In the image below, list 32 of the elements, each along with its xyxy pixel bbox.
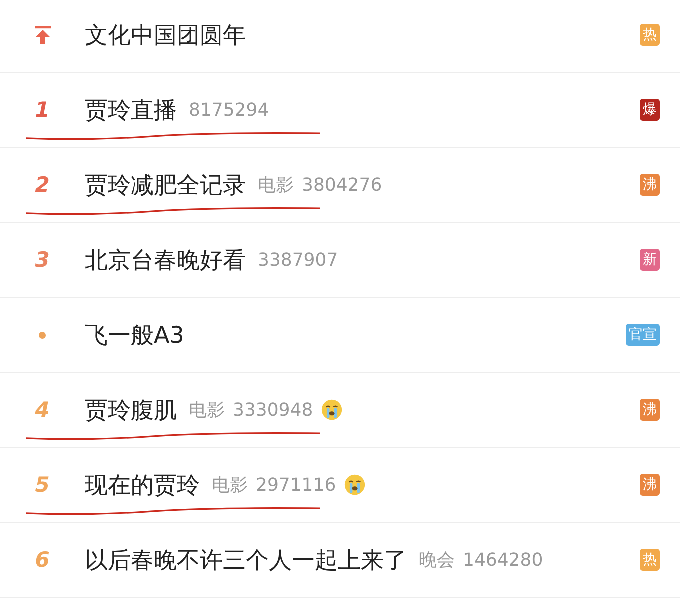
category-label: 晚会 [419,549,455,572]
topic-title[interactable]: 贾玲腹肌 [85,394,177,426]
hot-badge: 新 [640,249,660,271]
hot-badge: 沸 [640,174,660,196]
rank-number: 2 [35,173,50,197]
hot-badge: 沸 [640,474,660,496]
category-label: 电影 [258,174,294,197]
rank-number: 5 [35,473,50,497]
rank-number: 4 [35,398,50,422]
topic-title[interactable]: 现在的贾玲 [85,470,200,500]
topic-title[interactable]: 贾玲直播 [85,94,177,126]
hot-badge: 官宣 [626,324,660,346]
heat-count: 2971116 [256,474,336,496]
rank-number: 3 [35,248,50,272]
rank-number: 6 [35,548,50,572]
hot-badge: 爆 [640,99,660,121]
heat-count: 3330948 [233,400,314,420]
topic-title[interactable]: 飞一般A3 [85,320,184,350]
category-label: 电影 [212,474,248,497]
category-label: 电影 [189,399,225,422]
heat-count: 3804276 [302,174,382,196]
hot-badge: 热 [640,549,660,571]
hot-badge: 沸 [640,399,660,421]
hot-badge: 热 [640,24,660,46]
topic-title[interactable]: 文化中国团圆年 [85,20,246,50]
topic-title[interactable]: 以后春晚不许三个人一起上来了 [85,544,407,576]
topic-title[interactable]: 北京台春晚好看 [85,244,246,276]
heat-count: 3387907 [258,250,338,270]
heat-count: 8175294 [189,100,270,120]
heat-count: 1464280 [463,550,544,570]
rank-number: 1 [35,98,50,122]
topic-title[interactable]: 贾玲减肥全记录 [85,170,246,200]
